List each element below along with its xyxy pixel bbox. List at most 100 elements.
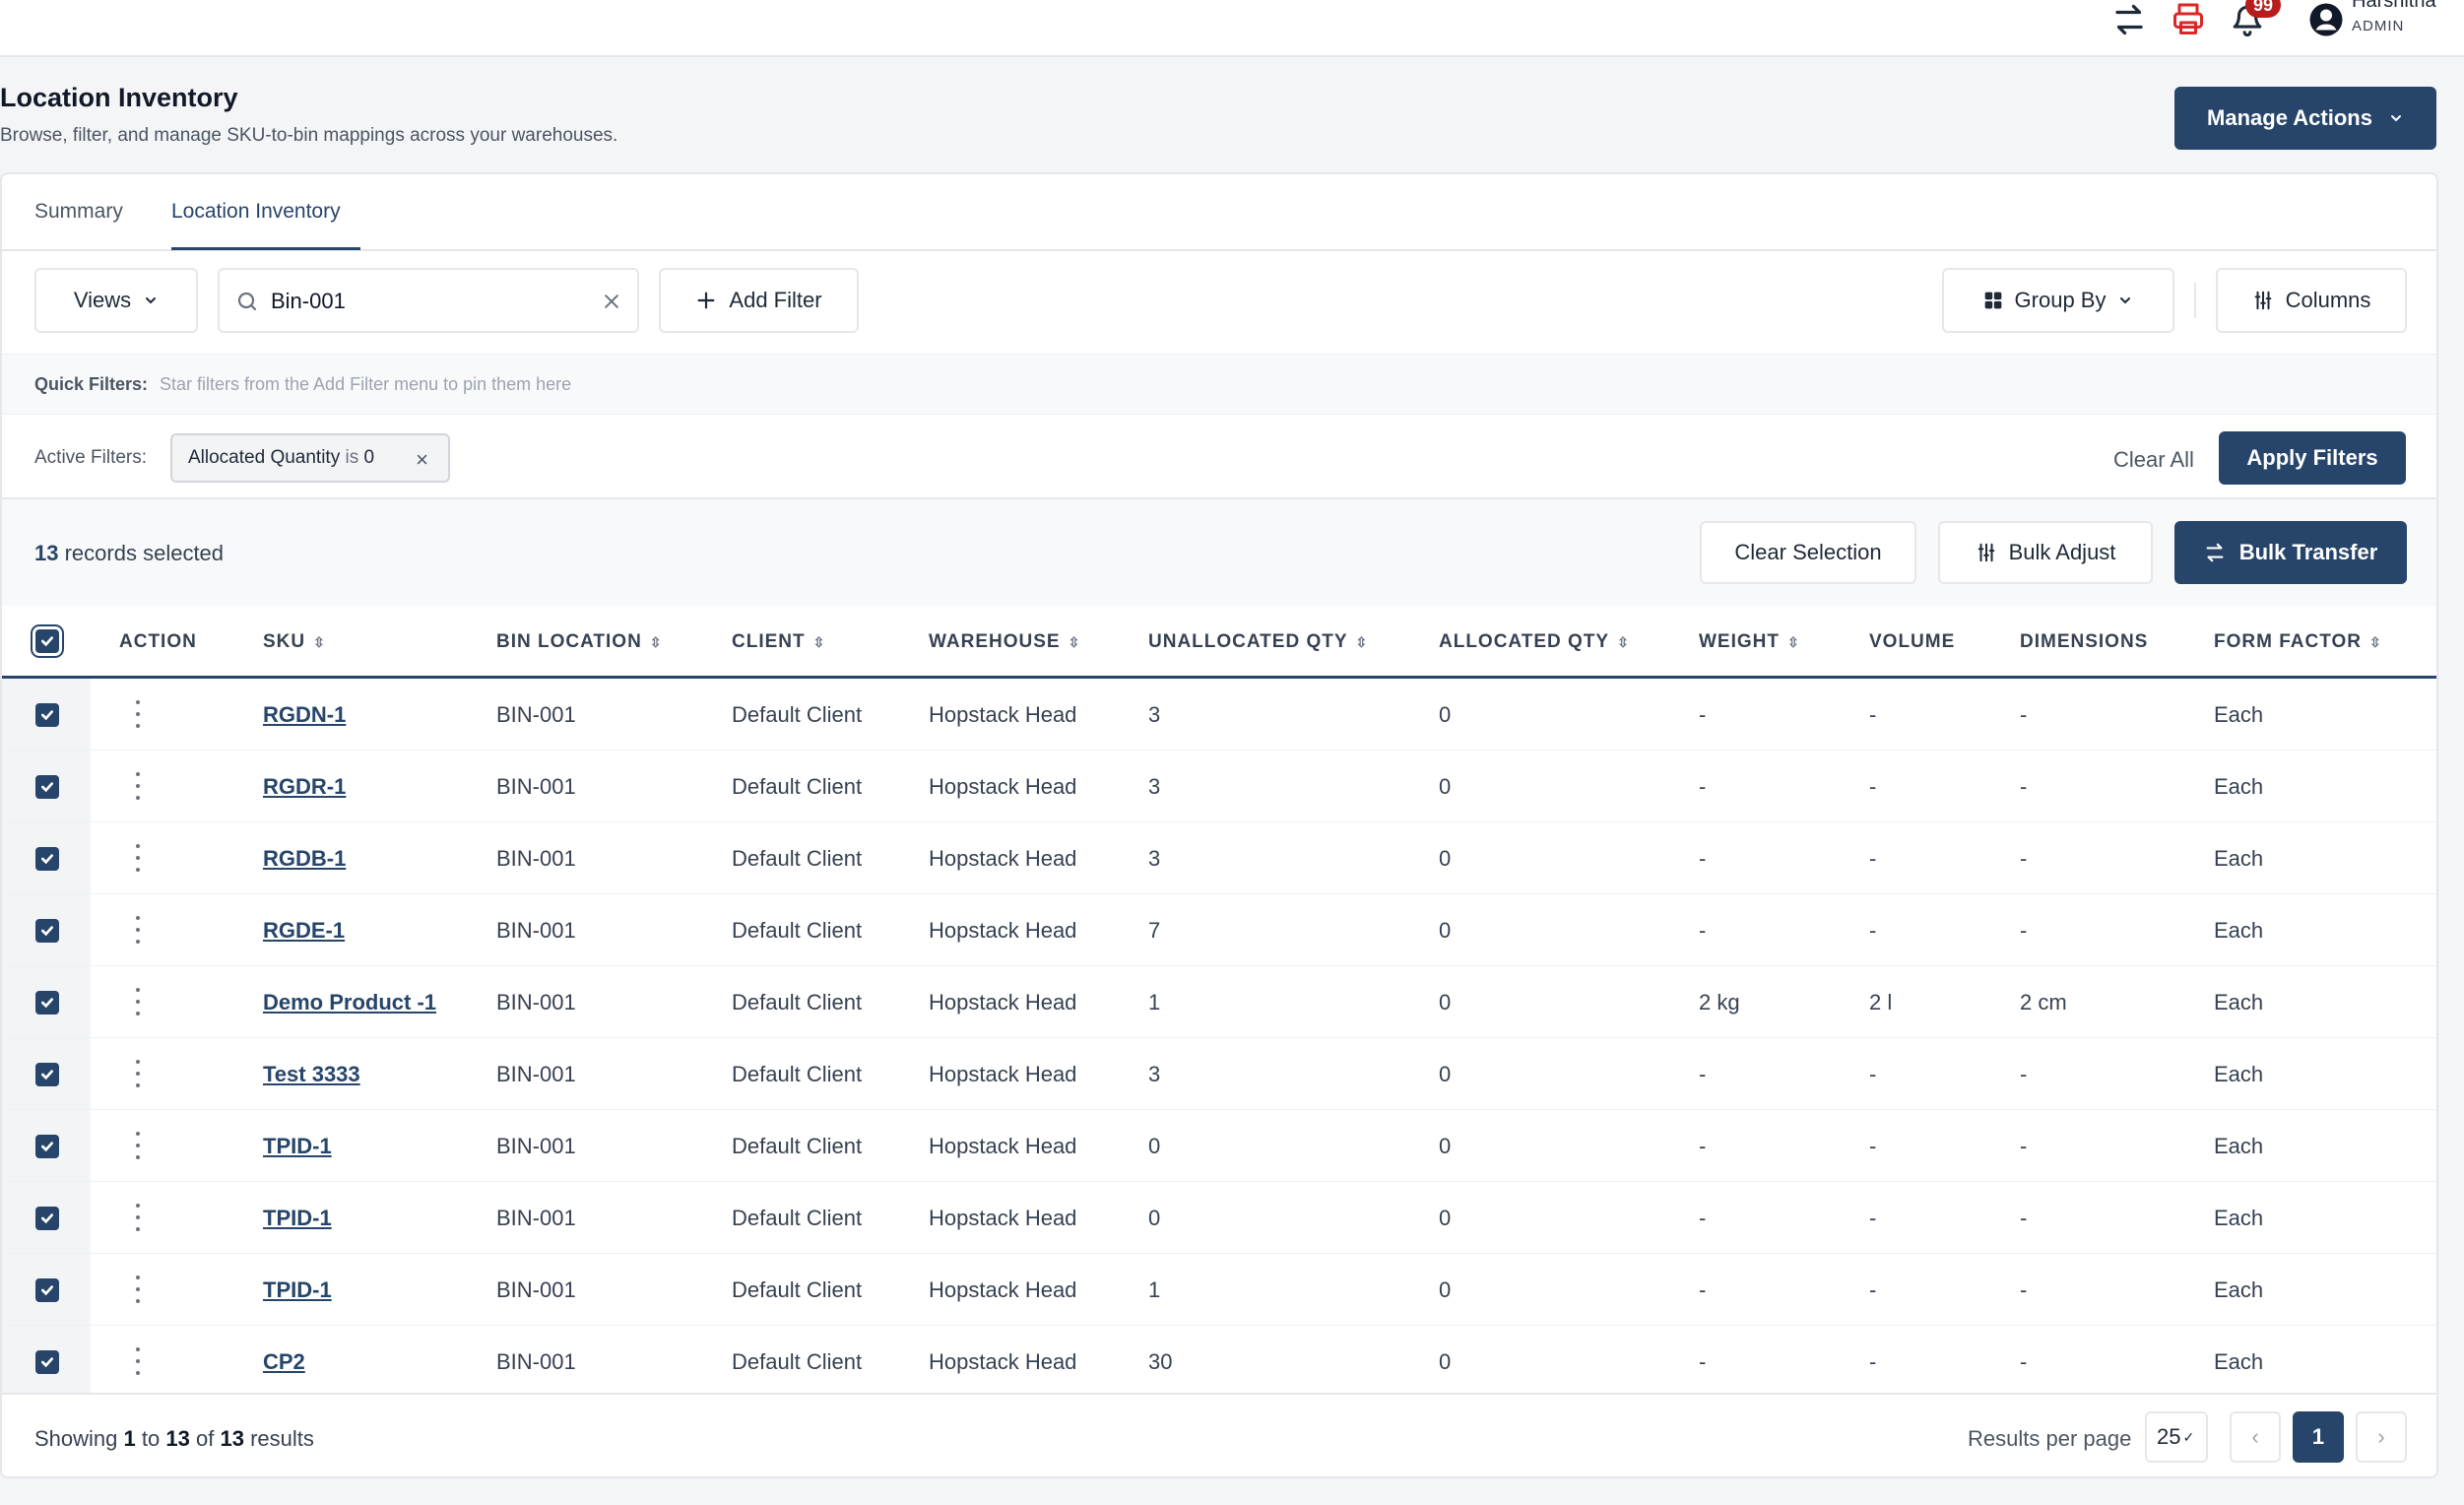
sku-link[interactable]: TPID-1 [263,1277,332,1303]
allocated-qty-cell: 0 [1439,1349,1452,1374]
search-box [218,268,639,333]
bulk-transfer-button[interactable]: Bulk Transfer [2174,521,2407,584]
tab-location-inventory[interactable]: Location Inventory [171,200,341,224]
col-sku[interactable]: SKU ⇳ [263,631,326,653]
row-checkbox[interactable] [35,847,59,871]
table-row[interactable]: RGDR-1 BIN-001 Default Client Hopstack Head… [2,751,2436,822]
sku-link[interactable]: RGDE-1 [263,918,345,944]
sliders-icon [2254,291,2271,310]
col-warehouse[interactable]: WAREHOUSE ⇳ [929,631,1080,653]
row-checkbox[interactable] [35,1350,59,1374]
select-all-checkbox[interactable] [32,626,62,656]
more-actions-icon[interactable] [130,1276,146,1303]
unallocated-qty-cell: 0 [1148,1206,1161,1230]
table-header: ACTION SKU ⇳ BIN LOCATION ⇳ CLIENT ⇳ WAREHO… [2,606,2436,679]
more-actions-icon[interactable] [130,916,146,944]
table-row[interactable]: Demo Product -1 BIN-001 Default Client Hops… [2,966,2436,1038]
more-actions-icon[interactable] [130,1132,146,1159]
table-row[interactable]: TPID-1 BIN-001 Default Client Hopstack Head… [2,1110,2436,1182]
clear-all-link[interactable]: Clear All [2113,447,2194,473]
tab-summary[interactable]: Summary [34,200,123,224]
col-form-factor[interactable]: FORM FACTOR ⇳ [2214,631,2382,653]
sort-icon: ⇳ [1617,633,1630,650]
remove-filter-icon[interactable]: × [416,447,428,473]
unallocated-qty-cell: 1 [1148,1277,1161,1302]
clear-selection-button[interactable]: Clear Selection [1700,521,1916,584]
sku-link[interactable]: TPID-1 [263,1134,332,1159]
allocated-qty-cell: 0 [1439,990,1452,1014]
group-by-button[interactable]: Group By [1942,268,2174,333]
sku-link[interactable]: RGDN-1 [263,702,346,728]
unallocated-qty-cell: 1 [1148,990,1161,1014]
row-checkbox[interactable] [35,775,59,799]
row-checkbox[interactable] [35,991,59,1014]
table-row[interactable]: RGDN-1 BIN-001 Default Client Hopstack Head… [2,679,2436,751]
printer-icon[interactable] [2167,0,2210,39]
sku-link[interactable]: Test 3333 [263,1062,360,1087]
manage-actions-button[interactable]: Manage Actions [2174,87,2436,150]
warehouse-cell: Hopstack Head [929,990,1077,1014]
views-button[interactable]: Views [34,268,198,333]
apply-filters-button[interactable]: Apply Filters [2219,431,2406,485]
more-actions-icon[interactable] [130,1204,146,1231]
row-checkbox[interactable] [35,1135,59,1158]
table-row[interactable]: RGDE-1 BIN-001 Default Client Hopstack Head… [2,894,2436,966]
row-checkbox[interactable] [35,703,59,727]
clear-search-icon[interactable] [602,292,621,311]
more-actions-icon[interactable] [130,772,146,800]
more-actions-icon[interactable] [130,988,146,1015]
notification-badge: 99 [2245,0,2282,18]
table-row[interactable]: Test 3333 BIN-001 Default Client Hopstack H… [2,1038,2436,1110]
col-weight[interactable]: WEIGHT ⇳ [1699,631,1800,653]
sku-link[interactable]: TPID-1 [263,1206,332,1231]
volume-cell: - [1869,918,1877,943]
bin-location-cell: BIN-001 [496,1134,576,1158]
sku-link[interactable]: Demo Product -1 [263,990,436,1015]
weight-cell: - [1699,1349,1707,1374]
page-title: Location Inventory [0,83,238,112]
bulk-adjust-button[interactable]: Bulk Adjust [1938,521,2153,584]
sku-link[interactable]: RGDB-1 [263,846,346,872]
col-bin-location[interactable]: BIN LOCATION ⇳ [496,631,663,653]
sku-link[interactable]: CP2 [263,1349,305,1375]
filter-chip[interactable]: Allocated Quantity is 0 × [170,433,450,483]
table-row[interactable]: TPID-1 BIN-001 Default Client Hopstack Head… [2,1254,2436,1326]
table-row[interactable]: TPID-1 BIN-001 Default Client Hopstack Head… [2,1182,2436,1254]
transfer-icon[interactable] [2107,0,2151,39]
sku-link[interactable]: RGDR-1 [263,774,346,800]
add-filter-button[interactable]: Add Filter [659,268,859,333]
dimensions-cell: - [2020,846,2028,871]
user-icon[interactable] [2304,0,2348,39]
active-filters-row: Active Filters: Allocated Quantity is 0 … [2,415,2436,499]
row-checkbox[interactable] [35,1207,59,1230]
more-actions-icon[interactable] [130,1060,146,1087]
unallocated-qty-cell: 3 [1148,1062,1161,1086]
table-row[interactable]: CP2 BIN-001 Default Client Hopstack Head 30 0… [2,1326,2436,1398]
sort-icon: ⇳ [2368,633,2382,650]
search-icon [237,292,257,311]
next-page-button[interactable]: › [2356,1411,2407,1463]
col-unallocated-qty[interactable]: UNALLOCATED QTY ⇳ [1148,631,1368,653]
col-client[interactable]: CLIENT ⇳ [732,631,825,653]
page-subtitle: Browse, filter, and manage SKU-to-bin ma… [0,125,618,146]
page-1-button[interactable]: 1 [2293,1411,2344,1463]
form-factor-cell: Each [2214,702,2264,727]
more-actions-icon[interactable] [130,844,146,872]
more-actions-icon[interactable] [130,1347,146,1375]
row-checkbox[interactable] [35,1278,59,1302]
row-checkbox[interactable] [35,919,59,943]
client-cell: Default Client [732,1134,863,1158]
more-actions-icon[interactable] [130,700,146,728]
sliders-icon [1978,543,1994,562]
col-allocated-qty[interactable]: ALLOCATED QTY ⇳ [1439,631,1630,653]
table-row[interactable]: RGDB-1 BIN-001 Default Client Hopstack Head… [2,822,2436,894]
row-checkbox[interactable] [35,1063,59,1086]
filter-chip-field: Allocated Quantity [188,447,341,468]
columns-button[interactable]: Columns [2216,268,2407,333]
prev-page-button[interactable]: ‹ [2230,1411,2281,1463]
results-per-page-select[interactable]: 25 ✓ [2145,1411,2208,1463]
warehouse-cell: Hopstack Head [929,774,1077,799]
search-input[interactable] [271,284,596,319]
weight-cell: - [1699,1134,1707,1158]
quick-filters-hint: Star filters from the Add Filter menu to… [160,374,572,394]
